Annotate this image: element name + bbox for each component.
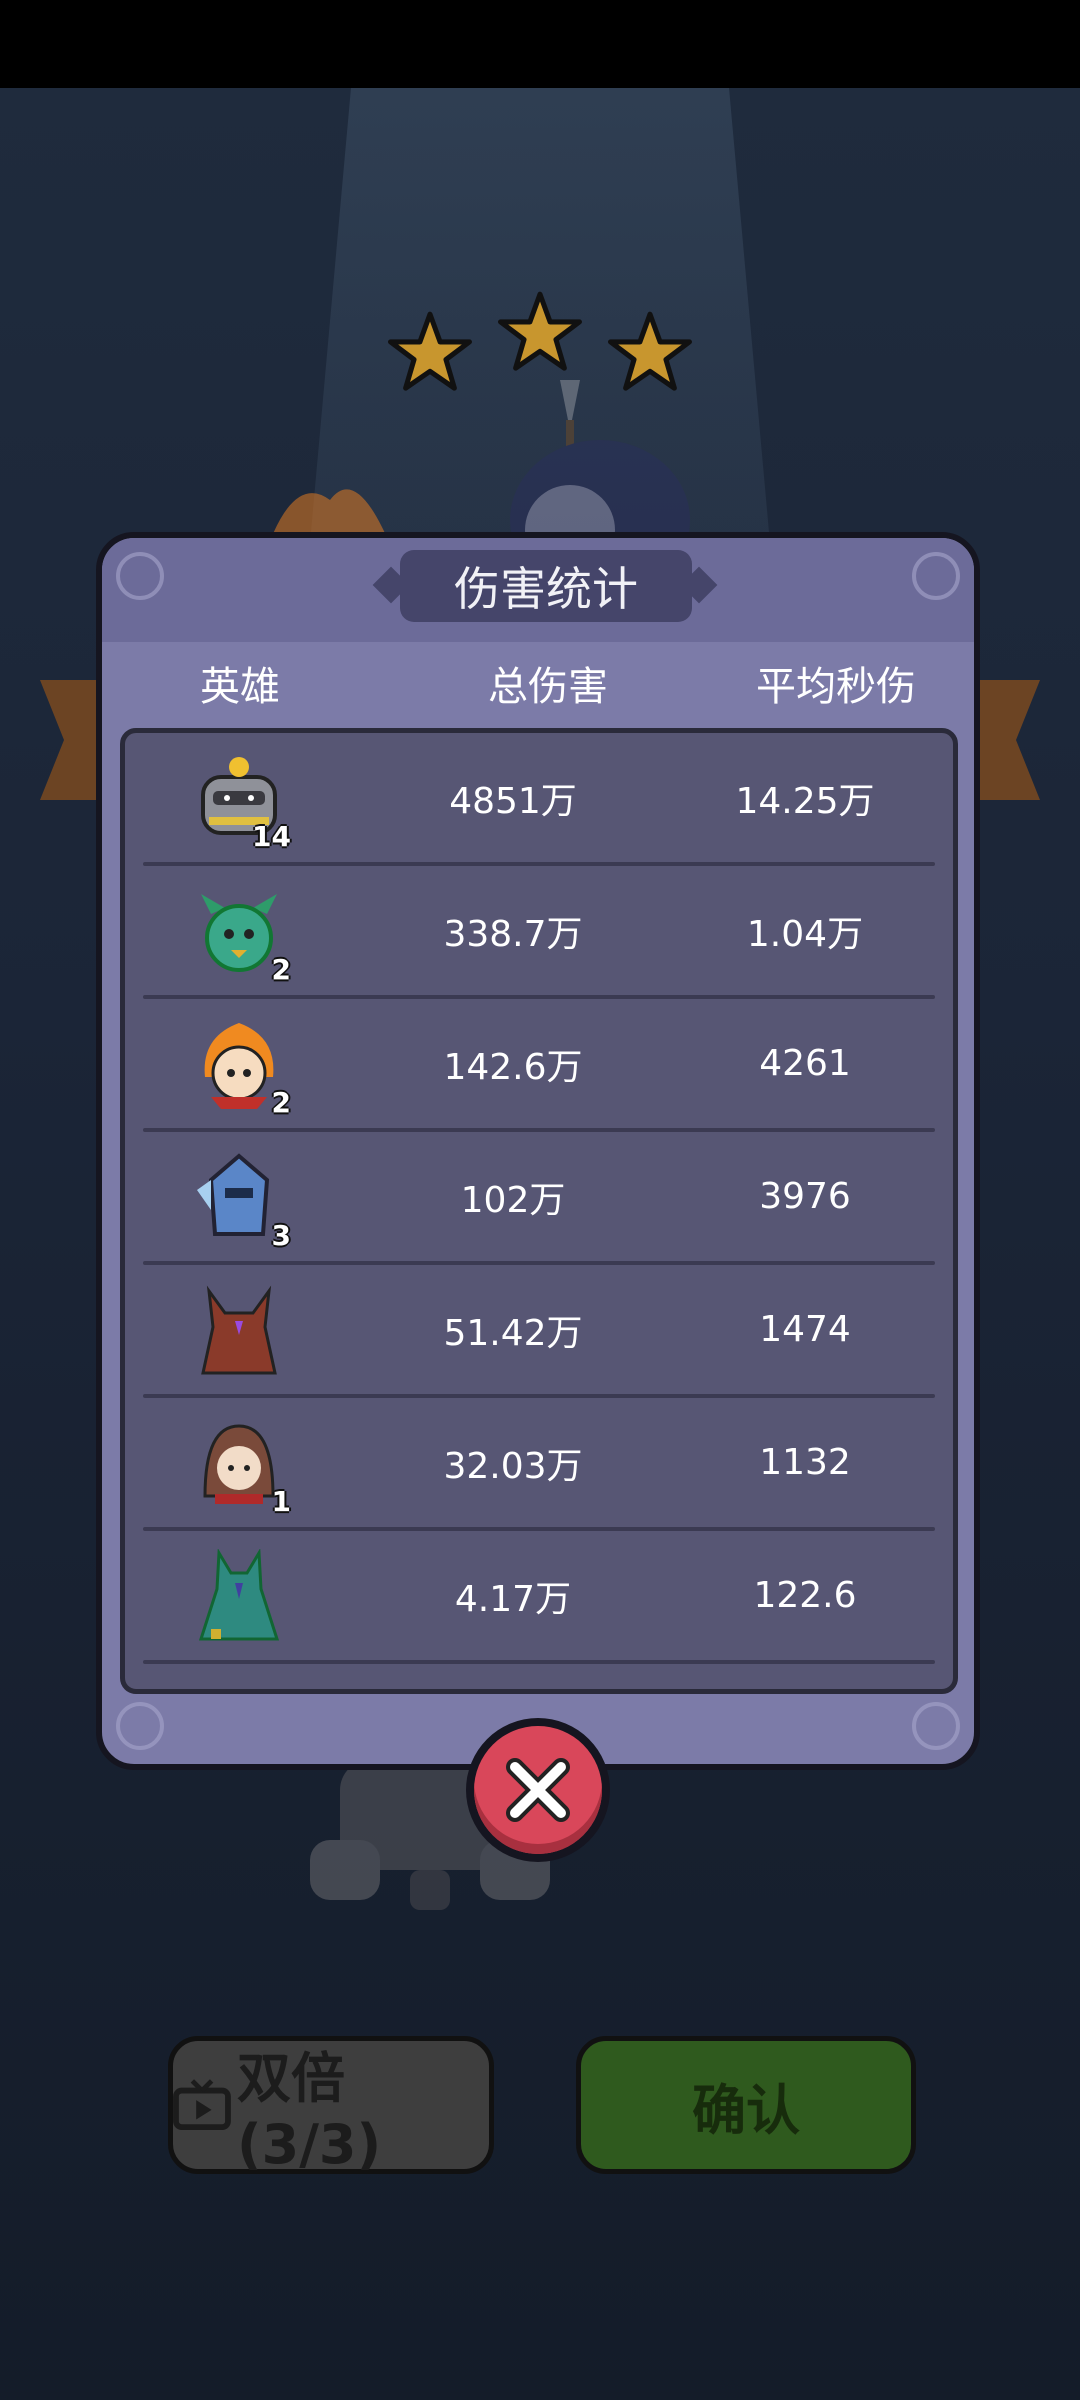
fire-spirit-hero-icon: 2 bbox=[191, 1017, 291, 1119]
close-icon bbox=[506, 1758, 570, 1822]
status-bar bbox=[0, 0, 1080, 88]
corner-ornament bbox=[116, 1702, 164, 1750]
damage-table: 14 4851万 14.25万 2 338.7万 1.04万 2 142.6万 … bbox=[120, 728, 958, 1694]
total-damage-value: 4851万 bbox=[449, 780, 577, 822]
corner-ornament bbox=[912, 552, 960, 600]
avg-dps-value: 1474 bbox=[759, 1309, 851, 1350]
total-damage-value: 338.7万 bbox=[443, 913, 583, 955]
total-damage-value: 51.42万 bbox=[443, 1312, 583, 1354]
hooded-rogue-hero-icon: 1 bbox=[191, 1416, 291, 1518]
total-damage-value: 32.03万 bbox=[443, 1445, 583, 1487]
hero-level: 3 bbox=[271, 1219, 291, 1252]
column-header-hero: 英雄 bbox=[200, 664, 280, 710]
total-damage-value: 4.17万 bbox=[454, 1578, 572, 1620]
table-row: 3 102万 3976 bbox=[125, 1132, 953, 1265]
table-row: 1 32.03万 1132 bbox=[125, 1398, 953, 1531]
avg-dps-value: 122.6 bbox=[753, 1575, 857, 1616]
column-header-total-damage: 总伤害 bbox=[488, 664, 608, 710]
armored-knight-hero-icon: 14 bbox=[191, 751, 291, 853]
row-divider bbox=[143, 1660, 935, 1664]
close-button[interactable] bbox=[466, 1718, 610, 1862]
table-row: 51.42万 1474 bbox=[125, 1265, 953, 1398]
table-header: 英雄 总伤害 平均秒伤 bbox=[102, 654, 974, 724]
damage-stats-popup: 伤害统计 英雄 总伤害 平均秒伤 14 4851万 14.25万 2 338.7… bbox=[96, 532, 980, 1770]
avg-dps-value: 14.25万 bbox=[735, 780, 875, 822]
table-row: 4.17万 122.6 bbox=[125, 1531, 953, 1664]
hero-level: 14 bbox=[252, 820, 291, 853]
table-row: 2 338.7万 1.04万 bbox=[125, 866, 953, 999]
hero-level: 2 bbox=[271, 1086, 291, 1119]
red-demon-hero-icon bbox=[191, 1283, 287, 1379]
popup-title-plate: 伤害统计 bbox=[400, 550, 692, 622]
table-row: 14 4851万 14.25万 bbox=[125, 733, 953, 866]
total-damage-value: 102万 bbox=[460, 1179, 566, 1221]
ice-knight-hero-icon: 3 bbox=[191, 1150, 291, 1252]
close-button-face bbox=[474, 1726, 602, 1854]
avg-dps-value: 4261 bbox=[759, 1043, 851, 1084]
corner-ornament bbox=[116, 552, 164, 600]
hero-level: 1 bbox=[271, 1485, 291, 1518]
column-header-avg-dps: 平均秒伤 bbox=[756, 664, 916, 710]
table-row: 2 142.6万 4261 bbox=[125, 999, 953, 1132]
popup-title: 伤害统计 bbox=[454, 562, 638, 616]
avg-dps-value: 1.04万 bbox=[746, 913, 864, 955]
avg-dps-value: 3976 bbox=[759, 1176, 851, 1217]
hero-level: 2 bbox=[271, 953, 291, 986]
green-dragon-hero-icon: 2 bbox=[191, 884, 291, 986]
total-damage-value: 142.6万 bbox=[443, 1046, 583, 1088]
teal-golem-hero-icon bbox=[191, 1548, 287, 1645]
avg-dps-value: 1132 bbox=[759, 1442, 851, 1483]
corner-ornament bbox=[912, 1702, 960, 1750]
